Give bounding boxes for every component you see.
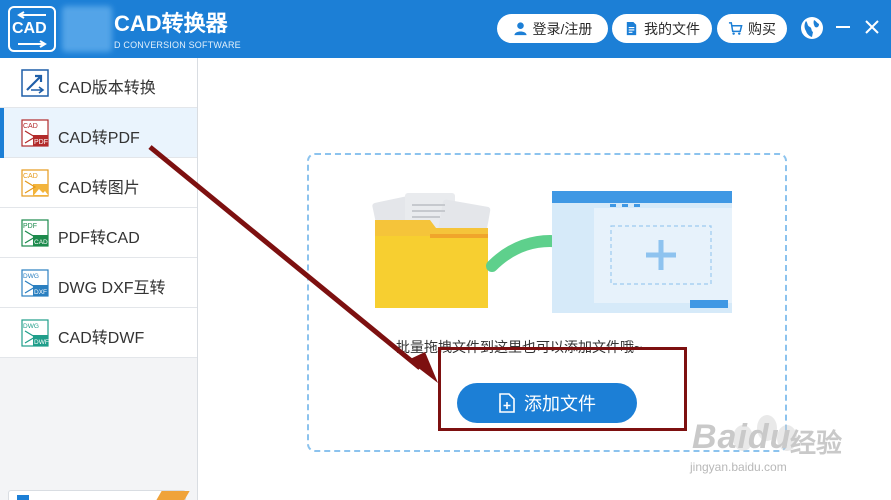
- watermark-brand: Baidu: [692, 418, 792, 456]
- shopping-cart-icon: [728, 22, 743, 35]
- promo-badge: [152, 491, 190, 500]
- buy-label: 购买: [748, 20, 776, 37]
- language-globe-icon[interactable]: [799, 15, 825, 41]
- arrow-right-icon: [18, 40, 47, 48]
- my-files-label: 我的文件: [644, 20, 700, 37]
- add-file-icon: [499, 393, 515, 413]
- sidebar-promo-banner[interactable]: [8, 490, 190, 500]
- dwg-tag-text: DWG: [23, 323, 39, 330]
- title-bar: CAD CAD转换器 D CONVERSION SOFTWARE 登录/注册 我…: [0, 0, 891, 58]
- user-icon: [513, 22, 527, 36]
- pdf-tag-text: PDF: [34, 139, 48, 146]
- sidebar-item-label: CAD转DWF: [58, 330, 145, 347]
- close-icon[interactable]: [864, 19, 880, 35]
- pdf-to-cad-icon: PDF CAD: [21, 219, 49, 247]
- drag-files-illustration: [372, 191, 732, 313]
- my-files-button[interactable]: 我的文件: [612, 14, 712, 43]
- watermark-brand-cn: 经验: [790, 428, 843, 458]
- sidebar-item-label: DWG DXF互转: [58, 280, 166, 297]
- document-icon: [626, 21, 637, 36]
- sidebar-item-cad-version-convert[interactable]: CAD版本转换: [0, 58, 197, 108]
- folder-icon: [375, 220, 488, 308]
- cad-tag-text: CAD: [23, 173, 38, 180]
- sidebar-item-label: CAD版本转换: [58, 80, 156, 97]
- sidebar-item-cad-to-dwf[interactable]: DWG DWF CAD转DWF: [0, 308, 197, 358]
- login-register-button[interactable]: 登录/注册: [497, 14, 608, 43]
- cad-to-pdf-icon: CAD PDF: [21, 119, 49, 147]
- add-file-label: 添加文件: [524, 394, 596, 414]
- blurred-brand-name: [62, 6, 112, 52]
- sidebar-item-label: CAD转图片: [58, 180, 140, 197]
- dxf-tag-text: DXF: [34, 289, 47, 296]
- app-title: CAD转换器: [114, 11, 228, 36]
- cad-to-dwf-icon: DWG DWF: [21, 319, 49, 347]
- app-subtitle: D CONVERSION SOFTWARE: [114, 40, 241, 50]
- dwg-tag-text: DWG: [23, 273, 39, 280]
- sidebar-item-cad-to-pdf[interactable]: CAD PDF CAD转PDF: [0, 108, 197, 158]
- watermark-url: jingyan.baidu.com: [690, 460, 787, 474]
- cad-tag-text: CAD: [23, 123, 38, 130]
- add-file-button[interactable]: 添加文件: [457, 383, 637, 423]
- arrow-left-icon: [17, 11, 46, 19]
- sidebar-item-pdf-to-cad[interactable]: PDF CAD PDF转CAD: [0, 208, 197, 258]
- sidebar-item-label: CAD转PDF: [58, 130, 140, 147]
- buy-button[interactable]: 购买: [717, 14, 787, 43]
- cad-tag-text: CAD: [34, 239, 48, 246]
- sidebar: CAD版本转换 CAD PDF CAD转PDF CAD CAD转图片 PDF C…: [0, 58, 198, 500]
- sidebar-item-label: PDF转CAD: [58, 230, 140, 247]
- minimize-button[interactable]: [836, 26, 850, 28]
- sidebar-item-dwg-dxf-convert[interactable]: DWG DXF DWG DXF互转: [0, 258, 197, 308]
- drop-hint-text: 批量拖拽文件到这里也可以添加文件哦~: [396, 339, 643, 355]
- dwf-tag-text: DWF: [34, 339, 49, 346]
- app-logo: CAD: [8, 6, 56, 52]
- cad-to-image-icon: CAD: [21, 169, 49, 197]
- promo-icon: [17, 495, 29, 500]
- app-window-icon: [552, 191, 732, 313]
- logo-text: CAD: [12, 20, 47, 37]
- dwg-dxf-convert-icon: DWG DXF: [21, 269, 49, 297]
- cad-version-convert-icon: [21, 69, 49, 97]
- sidebar-item-cad-to-image[interactable]: CAD CAD转图片: [0, 158, 197, 208]
- pdf-tag-text: PDF: [23, 223, 37, 230]
- login-register-label: 登录/注册: [532, 20, 593, 37]
